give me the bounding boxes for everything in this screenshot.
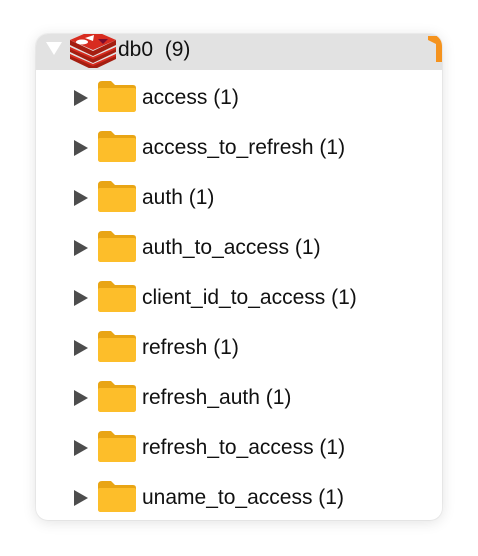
key-folder-row[interactable]: uname_to_access (1): [36, 474, 442, 520]
folder-icon: [98, 381, 136, 412]
key-folder-label: auth_to_access (1): [142, 236, 321, 259]
key-folder-label: refresh (1): [142, 336, 239, 359]
redis-key-tree: db0 (9) access (1) access_to_refresh (1) a…: [36, 34, 442, 520]
key-folder-label: uname_to_access (1): [142, 486, 344, 509]
key-folder-label: refresh_auth (1): [142, 386, 292, 409]
corner-marker-icon: [428, 36, 442, 62]
expand-triangle-icon[interactable]: [74, 490, 88, 506]
database-node[interactable]: db0 (9): [36, 34, 442, 70]
database-label: db0 (9): [118, 38, 191, 61]
redis-logo-icon: [70, 34, 116, 68]
folder-icon: [98, 231, 136, 262]
expand-triangle-icon[interactable]: [74, 90, 88, 106]
folder-icon: [98, 431, 136, 462]
expand-triangle-icon[interactable]: [74, 390, 88, 406]
key-folder-row[interactable]: client_id_to_access (1): [36, 274, 442, 324]
expand-triangle-icon[interactable]: [74, 240, 88, 256]
folder-icon: [98, 481, 136, 512]
key-folder-row[interactable]: refresh (1): [36, 324, 442, 374]
expand-triangle-icon[interactable]: [74, 290, 88, 306]
folder-icon: [98, 281, 136, 312]
expand-triangle-icon[interactable]: [74, 190, 88, 206]
key-folder-row[interactable]: auth_to_access (1): [36, 224, 442, 274]
key-folder-label: client_id_to_access (1): [142, 286, 357, 309]
expand-triangle-icon[interactable]: [74, 440, 88, 456]
key-folder-row[interactable]: refresh_auth (1): [36, 374, 442, 424]
expand-triangle-icon[interactable]: [74, 340, 88, 356]
key-folder-label: refresh_to_access (1): [142, 436, 346, 459]
key-folder-label: access (1): [142, 86, 239, 109]
key-folder-row[interactable]: auth (1): [36, 174, 442, 224]
key-folder-label: auth (1): [142, 186, 215, 209]
folder-icon: [98, 331, 136, 362]
folder-icon: [98, 181, 136, 212]
folder-icon: [98, 131, 136, 162]
expand-triangle-icon[interactable]: [74, 140, 88, 156]
key-folder-row[interactable]: access (1): [36, 74, 442, 124]
collapse-triangle-icon[interactable]: [46, 42, 62, 55]
key-folder-row[interactable]: access_to_refresh (1): [36, 124, 442, 174]
key-folder-label: access_to_refresh (1): [142, 136, 346, 159]
folder-icon: [98, 81, 136, 112]
key-folder-row[interactable]: refresh_to_access (1): [36, 424, 442, 474]
